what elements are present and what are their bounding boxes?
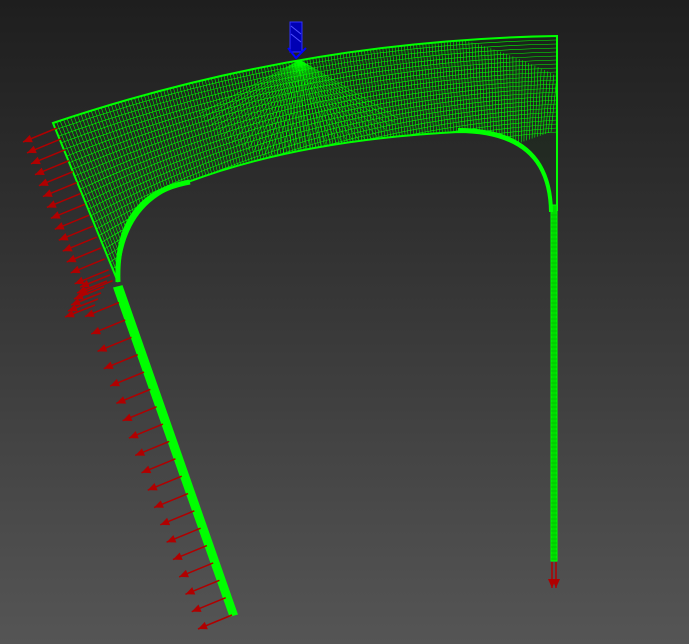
load-arrow — [122, 406, 157, 422]
left-leg-strip — [113, 285, 238, 617]
load-arrow — [116, 388, 151, 405]
load-arrow — [178, 562, 214, 578]
load-arrow — [97, 336, 132, 353]
load-arrow — [22, 127, 58, 143]
load-arrow — [166, 527, 201, 543]
load-arrow — [191, 596, 227, 613]
load-arrow — [134, 440, 170, 457]
load-arrow — [160, 510, 195, 526]
right-leg — [457, 128, 558, 562]
fem-viewport[interactable] — [0, 0, 689, 644]
load-arrow — [141, 458, 176, 474]
load-arrow — [153, 492, 189, 509]
load-arrow — [90, 319, 126, 335]
left-leg — [113, 179, 238, 617]
load-arrow — [109, 371, 145, 387]
right-leg-load-arrows — [548, 562, 560, 588]
load-arrow — [128, 423, 164, 439]
mesh-scene[interactable] — [0, 0, 689, 644]
mesh-body — [51, 34, 558, 283]
load-arrow — [172, 544, 208, 561]
load-arrow — [185, 579, 220, 595]
load-arrow — [103, 353, 139, 370]
load-arrow — [84, 301, 120, 318]
constraint-marker[interactable] — [287, 21, 307, 60]
load-arrow — [147, 475, 183, 491]
load-arrow — [197, 614, 233, 630]
